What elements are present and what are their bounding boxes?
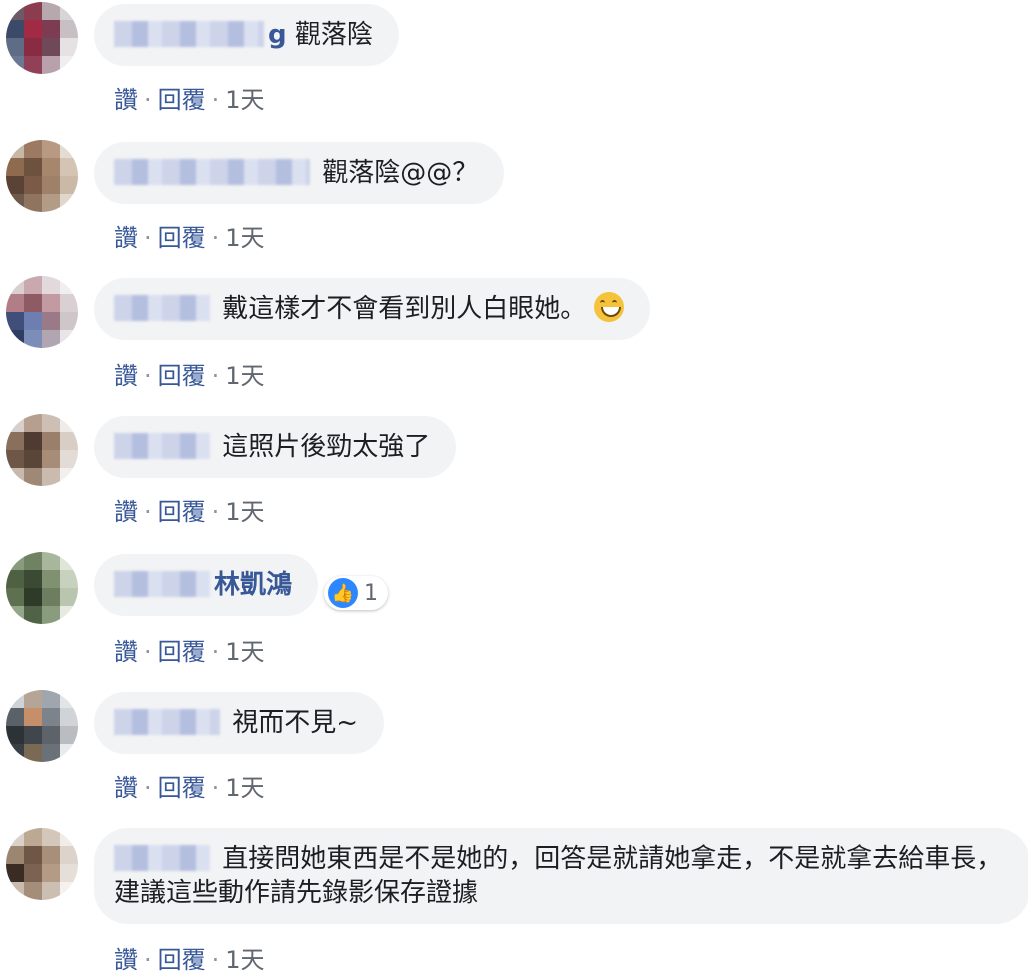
reply-link[interactable]: 回覆: [158, 774, 206, 802]
separator: ·: [211, 498, 220, 526]
separator: ·: [211, 362, 220, 390]
commenter-name-blurred[interactable]: [114, 571, 210, 597]
reply-link[interactable]: 回覆: [158, 86, 206, 114]
reply-link[interactable]: 回覆: [158, 224, 206, 252]
comment-text: 直接問她東西是不是她的，回答是就請她拿走，不是就拿去給車長，建議這些動作請先錄影…: [114, 844, 1003, 908]
comment-bubble: 觀落陰@@？: [94, 142, 505, 204]
commenter-name-blurred[interactable]: [114, 709, 220, 735]
comment-bubble: 戴這樣才不會看到別人白眼她。: [94, 278, 651, 340]
reaction-count: 1: [364, 580, 378, 606]
separator: ·: [211, 86, 220, 114]
comment-text: 視而不見~: [232, 708, 359, 738]
commenter-name-blurred[interactable]: [114, 845, 210, 871]
comment-actions: 讚 · 回覆 · 1天: [114, 768, 265, 803]
reply-link[interactable]: 回覆: [158, 498, 206, 526]
grinning-face-icon: [594, 292, 625, 322]
comment-actions: 讚 · 回覆 · 1天: [114, 218, 265, 253]
comment-bubble: 林凱鴻: [94, 554, 319, 616]
separator: ·: [211, 224, 220, 252]
comment-text: 這照片後勁太強了: [222, 432, 431, 462]
comment-bubble: 這照片後勁太強了: [94, 416, 457, 478]
comment-text: 戴這樣才不會看到別人白眼她。: [222, 294, 587, 324]
separator: ·: [211, 774, 220, 802]
comment-actions: 讚 · 回覆 · 1天: [114, 940, 265, 975]
like-link[interactable]: 讚: [114, 774, 138, 802]
avatar[interactable]: [6, 828, 78, 900]
separator: ·: [211, 946, 220, 974]
avatar[interactable]: [6, 2, 78, 74]
comment-actions: 讚 · 回覆 · 1天: [114, 632, 265, 667]
comment-text: 觀落陰: [294, 20, 373, 50]
like-link[interactable]: 讚: [114, 86, 138, 114]
separator: ·: [211, 638, 220, 666]
comment-actions: 讚 · 回覆 · 1天: [114, 356, 265, 391]
timestamp[interactable]: 1天: [225, 638, 264, 666]
reply-link[interactable]: 回覆: [158, 946, 206, 974]
commenter-name-blurred[interactable]: [114, 159, 310, 185]
avatar[interactable]: [6, 140, 78, 212]
like-icon: 👍: [328, 578, 358, 608]
timestamp[interactable]: 1天: [225, 224, 264, 252]
avatar[interactable]: [6, 276, 78, 348]
reaction-badge[interactable]: 👍 1: [324, 576, 388, 610]
separator: ·: [144, 498, 152, 526]
reply-link[interactable]: 回覆: [158, 638, 206, 666]
timestamp[interactable]: 1天: [225, 946, 264, 974]
avatar[interactable]: [6, 690, 78, 762]
timestamp[interactable]: 1天: [225, 362, 264, 390]
comment-actions: 讚 · 回覆 · 1天: [114, 492, 265, 527]
timestamp[interactable]: 1天: [225, 86, 264, 114]
like-link[interactable]: 讚: [114, 638, 138, 666]
commenter-name-tail[interactable]: g: [268, 20, 287, 50]
like-link[interactable]: 讚: [114, 362, 138, 390]
like-link[interactable]: 讚: [114, 946, 138, 974]
comment-actions: 讚 · 回覆 · 1天: [114, 80, 265, 115]
commenter-name-blurred[interactable]: [114, 433, 210, 459]
separator: ·: [144, 224, 152, 252]
mentioned-user-link[interactable]: 林凱鴻: [214, 570, 292, 600]
timestamp[interactable]: 1天: [225, 498, 264, 526]
commenter-name-blurred[interactable]: [114, 295, 210, 321]
separator: ·: [144, 362, 152, 390]
separator: ·: [144, 638, 152, 666]
timestamp[interactable]: 1天: [225, 774, 264, 802]
like-link[interactable]: 讚: [114, 498, 138, 526]
comment-bubble: 視而不見~: [94, 692, 385, 754]
reply-link[interactable]: 回覆: [158, 362, 206, 390]
comment-bubble: 直接問她東西是不是她的，回答是就請她拿走，不是就拿去給車長，建議這些動作請先錄影…: [94, 828, 1028, 924]
comment-bubble: g 觀落陰: [94, 4, 399, 66]
avatar[interactable]: [6, 552, 78, 624]
separator: ·: [144, 774, 152, 802]
avatar[interactable]: [6, 414, 78, 486]
like-link[interactable]: 讚: [114, 224, 138, 252]
comment-text: 觀落陰@@？: [322, 158, 479, 188]
commenter-name-blurred[interactable]: [114, 21, 264, 47]
separator: ·: [144, 946, 152, 974]
separator: ·: [144, 86, 152, 114]
